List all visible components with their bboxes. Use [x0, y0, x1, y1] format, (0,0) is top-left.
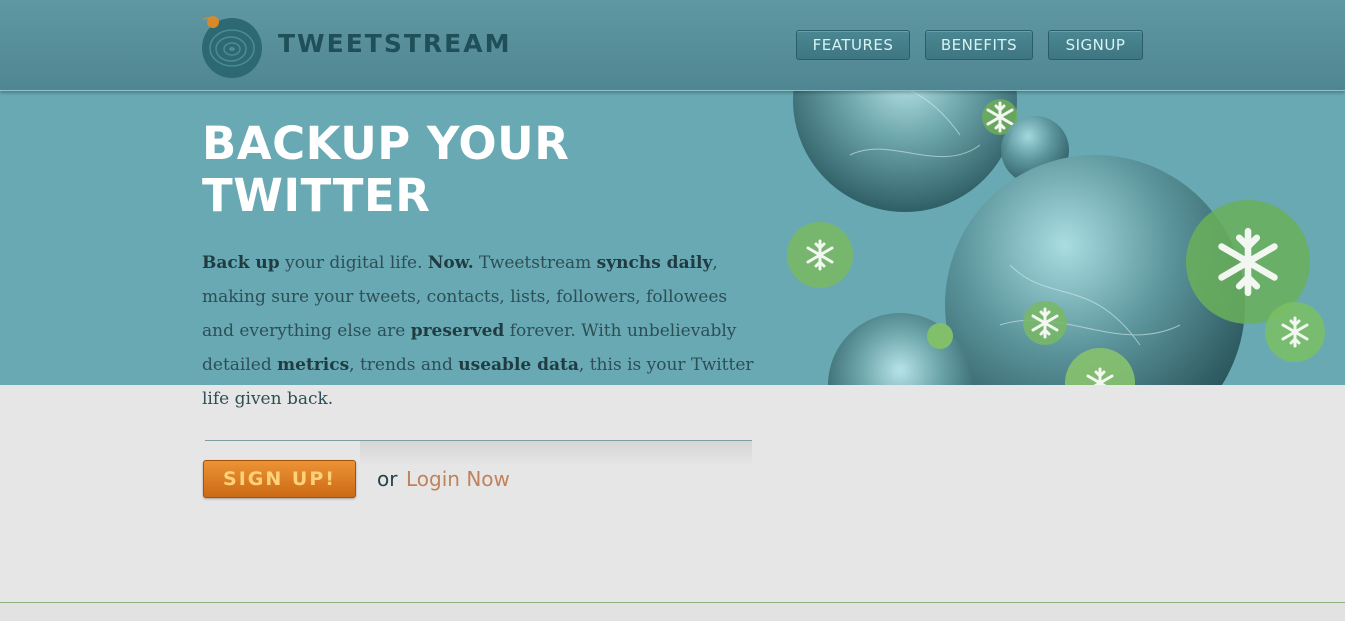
intro-emphasis: Now.: [427, 253, 474, 273]
intro-text: Tweetstream: [473, 253, 597, 273]
or-label: or: [377, 467, 398, 491]
intro-paragraph: Back up your digital life. Now. Tweetstr…: [202, 246, 762, 416]
signup-button[interactable]: SIGN UP!: [203, 460, 356, 498]
nav-signup-button[interactable]: SIGNUP: [1048, 30, 1143, 60]
intro-emphasis: Back up: [202, 253, 280, 273]
page-title: BACKUP YOUR TWITTER: [202, 118, 569, 222]
headline-line-1: BACKUP YOUR: [202, 117, 570, 170]
intro-emphasis: preserved: [410, 321, 505, 341]
headline-line-2: TWITTER: [202, 169, 431, 222]
intro-text: your digital life.: [279, 253, 428, 273]
intro-emphasis: metrics: [277, 355, 350, 375]
intro-emphasis: useable data: [458, 355, 579, 375]
site-header: TWEETSTREAM FEATURES BENEFITS SIGNUP: [0, 0, 1345, 91]
nav-features-button[interactable]: FEATURES: [796, 30, 910, 60]
nav-benefits-button[interactable]: BENEFITS: [925, 30, 1033, 60]
brand-name[interactable]: TWEETSTREAM: [278, 29, 511, 58]
login-link[interactable]: Login Now: [406, 467, 510, 491]
divider-shadow: [360, 441, 752, 466]
intro-emphasis: synchs daily: [596, 253, 713, 273]
intro-text: , trends and: [349, 355, 459, 375]
footer-border: [0, 602, 1345, 621]
logo-icon[interactable]: [200, 14, 264, 78]
